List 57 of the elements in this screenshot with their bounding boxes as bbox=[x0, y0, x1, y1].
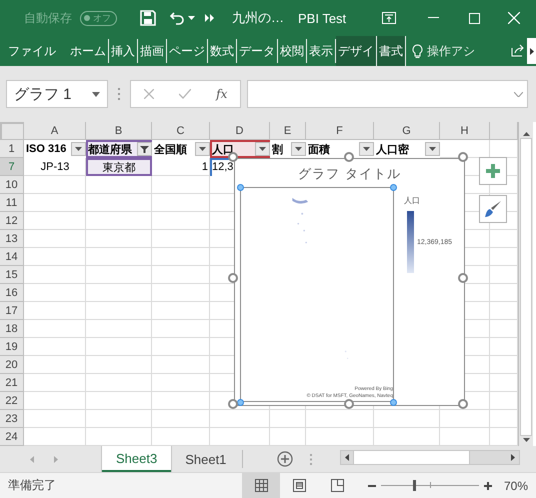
table-cell: JP-13 bbox=[40, 161, 70, 173]
row-header[interactable]: 20 bbox=[0, 356, 24, 374]
column-header[interactable]: H bbox=[440, 122, 490, 140]
ribbon-tab[interactable]: ファイル bbox=[6, 39, 58, 63]
row-header[interactable]: 15 bbox=[0, 266, 24, 284]
column-header[interactable]: B bbox=[86, 122, 152, 140]
table-header-cell-text: 割 bbox=[272, 142, 283, 156]
file-name: 九州の… bbox=[232, 9, 284, 27]
row-header[interactable]: 14 bbox=[0, 248, 24, 266]
autosave-label: 自動保存 bbox=[24, 10, 72, 26]
sheet-tab[interactable]: Sheet3 bbox=[102, 446, 172, 472]
column-header[interactable]: D bbox=[210, 122, 270, 140]
row-header[interactable]: 11 bbox=[0, 194, 24, 212]
ribbon-tab[interactable]: データ bbox=[237, 39, 278, 63]
legend-title: 人口 bbox=[404, 195, 420, 206]
row-header[interactable]: 18 bbox=[0, 320, 24, 338]
ribbon-tab[interactable]: ホーム bbox=[68, 39, 109, 63]
table-header-cell-text: 都道府県 bbox=[88, 142, 132, 156]
ribbon-tab[interactable]: 挿入 bbox=[109, 39, 138, 63]
row-header[interactable]: 17 bbox=[0, 302, 24, 320]
ribbon-tab[interactable]: デザイ bbox=[336, 36, 377, 66]
row-header[interactable]: 13 bbox=[0, 230, 24, 248]
row-header[interactable]: 23 bbox=[0, 410, 24, 428]
ribbon-tab[interactable]: 校閲 bbox=[278, 39, 307, 63]
row-header[interactable]: 19 bbox=[0, 338, 24, 356]
table-cell: 1 bbox=[202, 161, 208, 173]
sheet-tab[interactable]: Sheet1 bbox=[171, 446, 240, 472]
zoom-level[interactable]: 70% bbox=[504, 478, 528, 492]
insert-function-button[interactable]: fx bbox=[216, 87, 228, 101]
table-header-cell-text: 面積 bbox=[308, 142, 330, 156]
column-header[interactable]: F bbox=[306, 122, 374, 140]
ribbon-tab[interactable]: ページ bbox=[167, 39, 208, 63]
ribbon-tab[interactable]: 書式 bbox=[377, 36, 406, 66]
table-header-cell-text: 人口密 bbox=[376, 142, 409, 156]
row-header[interactable]: 1 bbox=[0, 140, 24, 158]
ribbon-tab[interactable]: 描画 bbox=[138, 39, 167, 63]
table-cell-text: 東京都 bbox=[102, 160, 136, 174]
column-header[interactable]: C bbox=[152, 122, 210, 140]
column-header[interactable]: E bbox=[270, 122, 306, 140]
table-header-cell: ISO 316 bbox=[26, 143, 66, 155]
column-header[interactable]: A bbox=[24, 122, 86, 140]
table-cell: 12,3 bbox=[212, 161, 234, 173]
row-header[interactable]: 24 bbox=[0, 428, 24, 446]
column-header[interactable]: G bbox=[374, 122, 440, 140]
window-title: PBI Test bbox=[298, 10, 346, 26]
status-text: 準備完了 bbox=[8, 477, 57, 494]
row-header[interactable]: 12 bbox=[0, 212, 24, 230]
row-header[interactable]: 21 bbox=[0, 374, 24, 392]
row-header[interactable]: 16 bbox=[0, 284, 24, 302]
chart-title: グラフ タイトル bbox=[297, 165, 402, 183]
ribbon-tab[interactable]: 数式 bbox=[208, 39, 237, 63]
tell-me-field[interactable]: 操作アシ bbox=[427, 42, 475, 60]
name-box[interactable]: グラフ 1 bbox=[6, 80, 108, 108]
table-header-cell-text: 全国順 bbox=[154, 142, 187, 156]
row-header[interactable]: 22 bbox=[0, 392, 24, 410]
row-header[interactable]: 7 bbox=[0, 158, 24, 176]
row-header[interactable]: 10 bbox=[0, 176, 24, 194]
